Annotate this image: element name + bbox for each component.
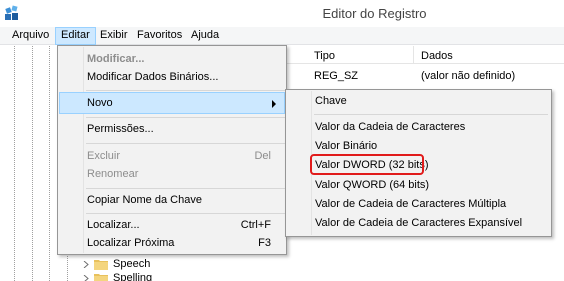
menu-item-label: Valor da Cadeia de Caracteres [315, 121, 466, 133]
menu-separator [314, 114, 548, 115]
tree-guide-line [14, 46, 15, 281]
column-divider[interactable] [413, 46, 414, 64]
list-row[interactable]: REG_SZ (valor não definido) [283, 68, 564, 84]
tree-item-label: Spelling [113, 272, 153, 281]
tree-guide-line [32, 46, 33, 281]
edit-menu: Modificar... Modificar Dados Binários...… [57, 45, 287, 255]
expand-arrow-icon[interactable] [83, 275, 90, 281]
menu-item-label: Valor Binário [315, 140, 378, 152]
submenu-item-expansivel[interactable]: Valor de Cadeia de Caracteres Expansível [287, 214, 550, 233]
menu-item-novo[interactable]: Novo [59, 92, 285, 114]
menu-item-label: Localizar Próxima [87, 237, 175, 249]
tree-guide-line [49, 46, 50, 281]
column-header-dados[interactable]: Dados [421, 50, 453, 62]
menu-item-label: Excluir [87, 150, 121, 162]
list-header: Tipo Dados [283, 46, 564, 64]
menu-item-renomear[interactable]: Renomear [59, 163, 285, 185]
menu-item-shortcut: Ctrl+F [240, 219, 271, 231]
menu-item-permissoes[interactable]: Permissões... [59, 118, 285, 140]
tree-item-label: Speech [113, 258, 151, 270]
menu-item-label: Renomear [87, 168, 139, 180]
menu-item-label: Chave [315, 95, 347, 107]
menu-item-label: Valor QWORD (64 bits) [315, 179, 430, 191]
menu-arquivo[interactable]: Arquivo [7, 27, 54, 45]
menu-item-label: Localizar... [87, 219, 140, 231]
menu-exibir[interactable]: Exibir [95, 27, 133, 45]
menu-item-label: Modificar Dados Binários... [87, 71, 219, 83]
folder-icon [94, 274, 108, 281]
submenu-item-chave[interactable]: Chave [287, 92, 550, 111]
menu-favoritos[interactable]: Favoritos [132, 27, 187, 45]
expand-arrow-icon[interactable] [83, 261, 90, 268]
folder-icon [94, 260, 108, 270]
menu-item-label: Valor de Cadeia de Caracteres Expansível [315, 217, 523, 229]
menu-item-label: Valor de Cadeia de Caracteres Múltipla [315, 198, 507, 210]
menu-item-shortcut: Del [254, 150, 271, 162]
annotation-highlight [310, 154, 424, 175]
menu-item-shortcut: F3 [258, 237, 271, 249]
menu-ajuda[interactable]: Ajuda [186, 27, 224, 45]
submenu-item-qword[interactable]: Valor QWORD (64 bits) [287, 176, 550, 195]
tree-item-speech[interactable]: Speech [80, 258, 190, 271]
menu-bar: Arquivo Editar Exibir Favoritos Ajuda [0, 27, 564, 45]
menu-item-label: Permissões... [87, 123, 154, 135]
submenu-item-multipla[interactable]: Valor de Cadeia de Caracteres Múltipla [287, 195, 550, 214]
submenu-arrow-icon [272, 100, 276, 108]
menu-item-copiar-nome[interactable]: Copiar Nome da Chave [59, 189, 285, 211]
window-title: Editor do Registro [322, 6, 427, 21]
menu-item-label: Copiar Nome da Chave [87, 194, 202, 206]
value-type: REG_SZ [314, 70, 359, 82]
value-data: (valor não definido) [421, 70, 516, 82]
menu-item-label: Novo [87, 97, 113, 109]
menu-item-label: Modificar... [87, 53, 145, 65]
menu-item-modificar-binarios[interactable]: Modificar Dados Binários... [59, 66, 285, 88]
column-header-tipo[interactable]: Tipo [314, 50, 335, 62]
menu-editar[interactable]: Editar [55, 27, 96, 45]
menu-item-localizar-proxima[interactable]: Localizar Próxima F3 [59, 232, 285, 254]
menu-separator [86, 90, 285, 91]
submenu-item-cadeia[interactable]: Valor da Cadeia de Caracteres [287, 118, 550, 137]
tree-item-spelling[interactable]: Spelling [80, 272, 190, 281]
title-bar: Editor do Registro [0, 0, 564, 27]
menu-separator [86, 143, 285, 144]
